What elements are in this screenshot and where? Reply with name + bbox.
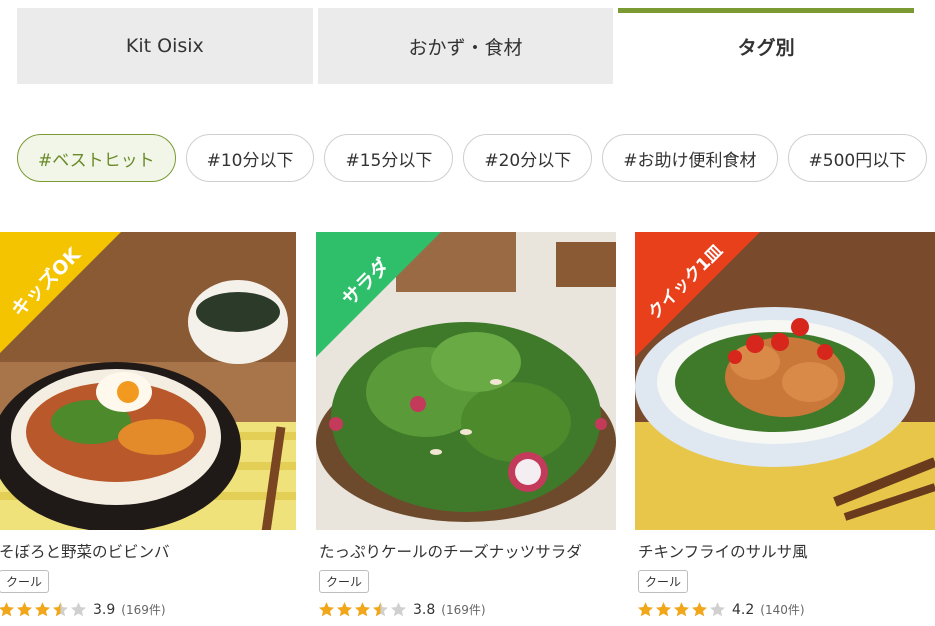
- ribbon-badge: キッズOK: [0, 232, 121, 357]
- chip-helpful-ingredients[interactable]: #お助け便利食材: [602, 134, 778, 182]
- star-rating: [0, 601, 87, 618]
- recipe-list: キッズOK そぼろと野菜のビビンバ クール 3.9 (169件) サラダ たっぷ…: [0, 232, 935, 626]
- recipe-card[interactable]: サラダ たっぷりケールのチーズナッツサラダ クール 3.8 (169件): [316, 232, 616, 618]
- star-icon: [674, 602, 689, 617]
- rating: 3.9 (169件): [0, 601, 296, 618]
- recipe-title[interactable]: たっぷりケールのチーズナッツサラダ: [316, 540, 616, 562]
- star-icon: [638, 602, 653, 617]
- recipe-title[interactable]: そぼろと野菜のビビンバ: [0, 540, 296, 562]
- review-count: (169件): [441, 603, 486, 617]
- review-count: (169件): [121, 603, 166, 617]
- star-icon: [17, 602, 32, 617]
- chip-20min[interactable]: #20分以下: [463, 134, 593, 182]
- star-rating: [318, 601, 407, 618]
- star-icon: [656, 602, 671, 617]
- recipe-card[interactable]: クイック1皿 チキンフライのサルサ風 クール 4.2 (140件): [635, 232, 935, 618]
- tab-okazu[interactable]: おかず・食材: [317, 8, 614, 84]
- star-icon: [710, 602, 725, 617]
- star-icon: [355, 602, 370, 617]
- rating-score: 3.8: [413, 601, 436, 618]
- rating-score: 4.2: [732, 601, 755, 618]
- cool-badge: クール: [319, 570, 370, 593]
- star-icon: [692, 602, 707, 617]
- tab-label: Kit Oisix: [125, 35, 204, 57]
- tag-chips: #ベストヒット #10分以下 #15分以下 #20分以下 #お助け便利食材 #5…: [17, 134, 928, 182]
- rating-score: 3.9: [93, 601, 116, 618]
- cool-badge: クール: [638, 570, 689, 593]
- cool-badge: クール: [0, 570, 50, 593]
- recipe-thumbnail[interactable]: キッズOK: [0, 232, 296, 530]
- star-icon: [71, 602, 86, 617]
- star-icon: [337, 602, 352, 617]
- chip-10min[interactable]: #10分以下: [185, 134, 315, 182]
- rating: 3.8 (169件): [316, 601, 616, 618]
- chip-15min[interactable]: #15分以下: [324, 134, 454, 182]
- recipe-title[interactable]: チキンフライのサルサ風: [635, 540, 935, 562]
- star-icon: [53, 602, 68, 617]
- recipe-thumbnail[interactable]: サラダ: [316, 232, 616, 530]
- tab-kit-oisix[interactable]: Kit Oisix: [17, 8, 313, 84]
- star-icon: [319, 602, 334, 617]
- ribbon-badge: クイック1皿: [635, 232, 760, 357]
- star-rating: [637, 601, 726, 618]
- star-icon: [391, 602, 406, 617]
- review-count: (140件): [760, 603, 805, 617]
- chip-best-hit[interactable]: #ベストヒット: [17, 134, 176, 182]
- star-icon: [373, 602, 388, 617]
- rating: 4.2 (140件): [635, 601, 935, 618]
- tab-label: おかず・食材: [408, 36, 523, 59]
- recipe-card[interactable]: キッズOK そぼろと野菜のビビンバ クール 3.9 (169件): [0, 232, 296, 618]
- recipe-thumbnail[interactable]: クイック1皿: [635, 232, 935, 530]
- chip-500yen[interactable]: #500円以下: [787, 134, 928, 182]
- tab-tag[interactable]: タグ別: [618, 8, 915, 84]
- ribbon-badge: サラダ: [316, 232, 441, 357]
- category-tabs: Kit Oisix おかず・食材 タグ別: [17, 8, 915, 84]
- star-icon: [0, 602, 14, 617]
- star-icon: [35, 602, 50, 617]
- tab-label: タグ別: [737, 36, 795, 59]
